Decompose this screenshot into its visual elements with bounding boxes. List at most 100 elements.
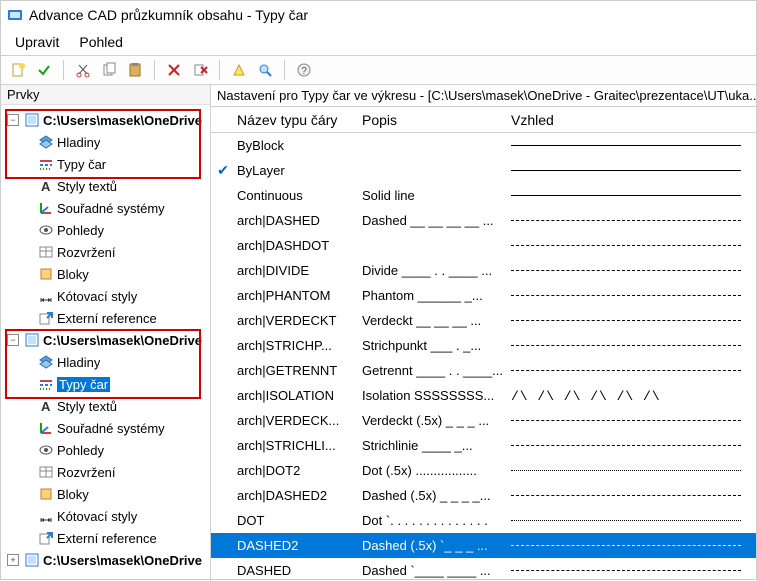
linetype-row[interactable]: arch|GETRENNTGetrennt ____ . . ____... (211, 358, 756, 383)
tree-item-xref[interactable]: Externí reference (23, 307, 208, 329)
linetype-row[interactable]: arch|DASHDOT (211, 233, 756, 258)
linetype-name: arch|PHANTOM (235, 288, 360, 303)
linetype-grid[interactable]: Název typu čáry Popis Vzhled ByBlock✔ByL… (211, 107, 756, 581)
tree-item-views[interactable]: Pohledy (23, 219, 208, 241)
cut-button[interactable] (72, 59, 94, 81)
tree-node-label: Externí reference (57, 531, 157, 546)
linetype-row[interactable]: DASHEDDashed `____ ____ ... (211, 558, 756, 581)
linetype-appearance (505, 295, 756, 296)
textstyle-icon: A (38, 178, 54, 194)
linetype-appearance (505, 445, 756, 446)
tree-item-ucs[interactable]: Souřadné systémy (23, 197, 208, 219)
tree-item-layers[interactable]: Hladiny (23, 351, 208, 373)
views-icon (38, 442, 54, 458)
tree-item-ucs[interactable]: Souřadné systémy (23, 417, 208, 439)
tree-item-dimstyle[interactable]: Kótovací styly (23, 285, 208, 307)
tree-node-label: Externí reference (57, 311, 157, 326)
menu-pohled[interactable]: Pohled (69, 32, 133, 52)
highlight-button[interactable] (228, 59, 250, 81)
help-button[interactable]: ? (293, 59, 315, 81)
linetype-row[interactable]: arch|DOT2Dot (.5x) ................. (211, 458, 756, 483)
tree-node-label: Souřadné systémy (57, 421, 165, 436)
col-desc[interactable]: Popis (360, 112, 505, 128)
ucs-icon (38, 420, 54, 436)
tree-node-label: C:\Users\masek\OneDrive (43, 333, 202, 348)
linetype-row[interactable]: arch|DASHED2Dashed (.5x) _ _ _ _... (211, 483, 756, 508)
collapse-icon[interactable]: − (7, 114, 19, 126)
linetype-row[interactable]: arch|STRICHLI...Strichlinie ____ _... (211, 433, 756, 458)
dimstyle-icon (38, 288, 54, 304)
menubar: Upravit Pohled (1, 29, 756, 55)
col-name[interactable]: Název typu čáry (235, 112, 360, 128)
linetype-row[interactable]: arch|VERDECKTVerdeckt __ __ __ ... (211, 308, 756, 333)
layouts-icon (38, 464, 54, 480)
tree-item-blocks[interactable]: Bloky (23, 263, 208, 285)
collapse-icon[interactable]: − (7, 334, 19, 346)
tree-item-layouts[interactable]: Rozvržení (23, 461, 208, 483)
linetype-row[interactable]: arch|ISOLATIONIsolation SSSSSSSS.../\ /\… (211, 383, 756, 408)
tree-item-linetypes[interactable]: Typy čar (23, 153, 208, 175)
copy-button[interactable] (98, 59, 120, 81)
purge-button[interactable] (189, 59, 211, 81)
current-check-icon: ✔ (217, 162, 229, 179)
linetype-row[interactable]: ✔ByLayer (211, 158, 756, 183)
col-appearance[interactable]: Vzhled (505, 112, 756, 128)
tree-drawing-node[interactable]: −C:\Users\masek\OneDrive (7, 109, 208, 131)
linetype-row[interactable]: DOTDot `. . . . . . . . . . . . . . (211, 508, 756, 533)
linetype-appearance (505, 220, 756, 221)
menu-upravit[interactable]: Upravit (5, 32, 69, 52)
expand-icon[interactable]: + (7, 554, 19, 566)
tree-item-textstyle[interactable]: AStyly textů (23, 395, 208, 417)
tree-drawing-node[interactable]: +C:\Users\masek\OneDrive (7, 549, 208, 571)
linetype-row[interactable]: DASHED2Dashed (.5x) `_ _ _ ... (211, 533, 756, 558)
linetype-row[interactable]: ByBlock (211, 133, 756, 158)
drawing-icon (24, 552, 40, 568)
tree-item-layers[interactable]: Hladiny (23, 131, 208, 153)
tree-item-textstyle[interactable]: AStyly textů (23, 175, 208, 197)
linetype-appearance (505, 370, 756, 371)
tree[interactable]: −C:\Users\masek\OneDriveHladinyTypy čarA… (1, 105, 210, 575)
tree-item-linetypes[interactable]: Typy čar (23, 373, 208, 395)
linetype-appearance: /\ /\ /\ /\ /\ /\ (505, 388, 756, 404)
linetype-name: arch|DIVIDE (235, 263, 360, 278)
find-button[interactable] (254, 59, 276, 81)
apply-button[interactable] (33, 59, 55, 81)
linetype-name: arch|DASHED2 (235, 488, 360, 503)
toolbar: ? (1, 55, 756, 85)
main-split: Prvky −C:\Users\masek\OneDriveHladinyTyp… (1, 85, 756, 581)
tree-item-blocks[interactable]: Bloky (23, 483, 208, 505)
linetypes-icon (38, 156, 54, 172)
linetype-appearance (505, 420, 756, 421)
ucs-icon (38, 200, 54, 216)
linetype-desc: Dot `. . . . . . . . . . . . . . (360, 513, 505, 528)
linetype-row[interactable]: arch|VERDECK...Verdeckt (.5x) _ _ _ ... (211, 408, 756, 433)
settings-path-label: Nastavení pro Typy čar ve výkresu - [C:\… (211, 85, 756, 107)
linetype-row[interactable]: arch|DIVIDEDivide ____ . . ____ ... (211, 258, 756, 283)
linetype-row[interactable]: arch|DASHEDDashed __ __ __ __ ... (211, 208, 756, 233)
paste-button[interactable] (124, 59, 146, 81)
linetype-appearance (505, 495, 756, 496)
linetype-name: arch|VERDECK... (235, 413, 360, 428)
tree-node-label: Kótovací styly (57, 509, 137, 524)
linetype-row[interactable]: arch|STRICHP...Strichpunkt ___ . _... (211, 333, 756, 358)
linetype-name: arch|STRICHLI... (235, 438, 360, 453)
new-button[interactable] (7, 59, 29, 81)
tree-item-dimstyle[interactable]: Kótovací styly (23, 505, 208, 527)
linetype-row[interactable]: arch|PHANTOMPhantom ______ _... (211, 283, 756, 308)
svg-text:A: A (41, 399, 51, 414)
delete-button[interactable] (163, 59, 185, 81)
tree-item-views[interactable]: Pohledy (23, 439, 208, 461)
linetype-desc: Phantom ______ _... (360, 288, 505, 303)
tree-item-xref[interactable]: Externí reference (23, 527, 208, 549)
linetype-desc: Verdeckt __ __ __ ... (360, 313, 505, 328)
toolbar-sep (63, 60, 64, 80)
tree-node-label: Typy čar (57, 377, 110, 392)
linetype-name: arch|DASHED (235, 213, 360, 228)
tree-node-label: Souřadné systémy (57, 201, 165, 216)
linetype-row[interactable]: ContinuousSolid line (211, 183, 756, 208)
tree-item-layouts[interactable]: Rozvržení (23, 241, 208, 263)
dimstyle-icon (38, 508, 54, 524)
linetype-desc: Strichlinie ____ _... (360, 438, 505, 453)
tree-drawing-node[interactable]: − C:\Users\masek\OneDrive (7, 329, 208, 351)
linetype-appearance (505, 245, 756, 246)
